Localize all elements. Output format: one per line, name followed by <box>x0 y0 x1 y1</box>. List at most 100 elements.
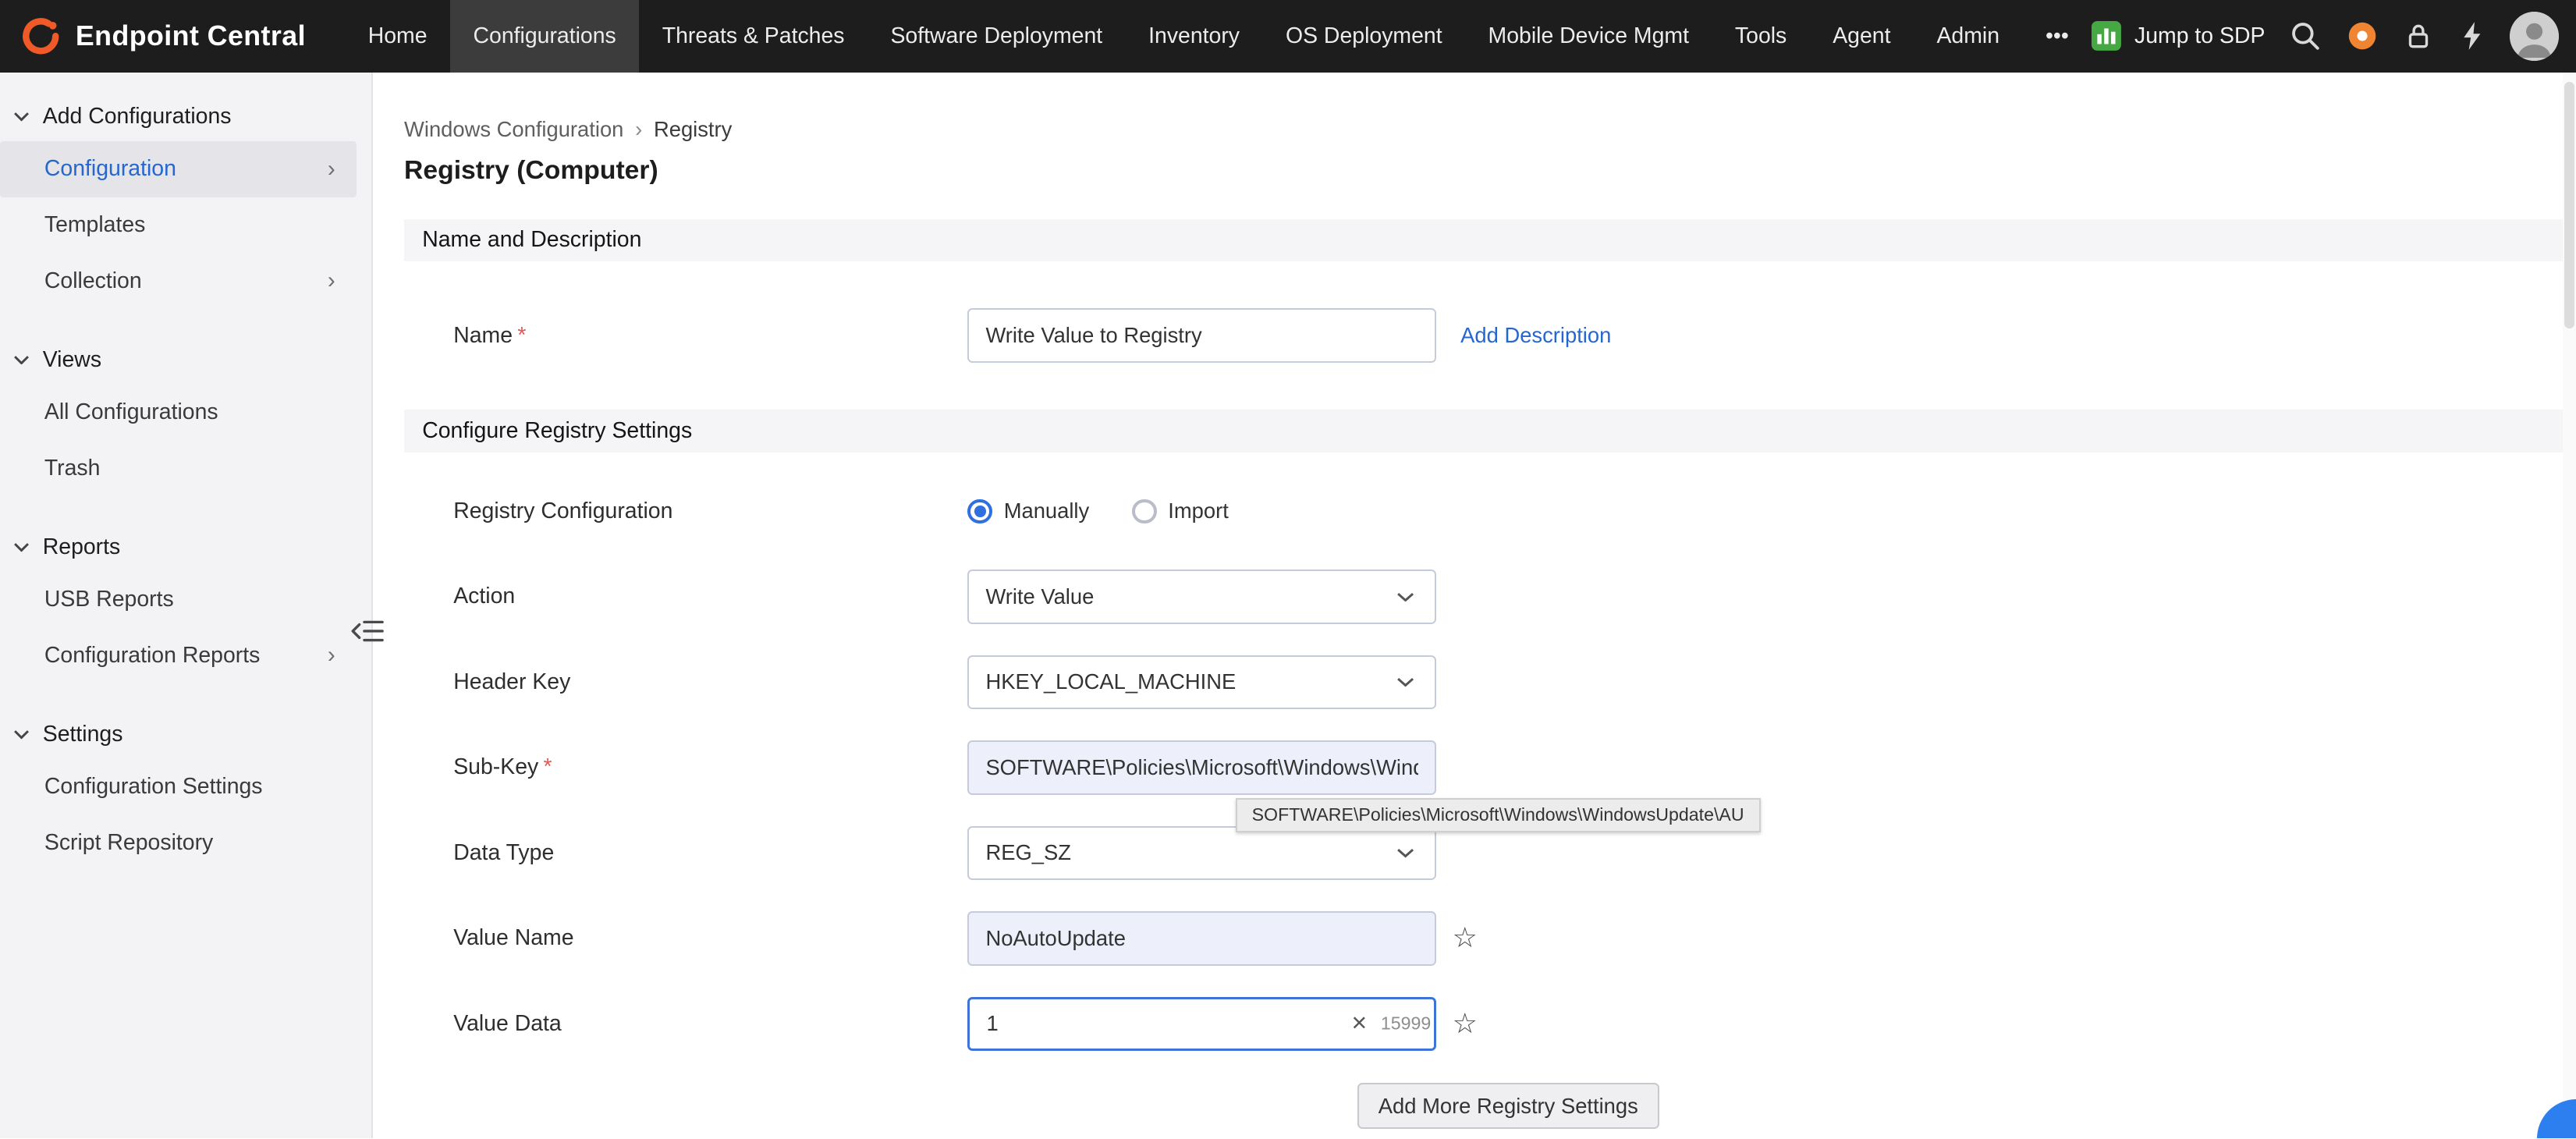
breadcrumb-registry: Registry <box>654 117 732 142</box>
vertical-scrollbar[interactable] <box>2563 73 2576 1139</box>
search-icon[interactable] <box>2290 20 2321 51</box>
sidebar-item-configuration[interactable]: Configuration › <box>0 141 357 197</box>
sidebar-item-label: USB Reports <box>44 587 174 612</box>
scrollbar-thumb[interactable] <box>2564 82 2574 328</box>
nav-home[interactable]: Home <box>345 0 450 73</box>
nav-configurations[interactable]: Configurations <box>450 0 639 73</box>
breadcrumb: Windows Configuration › Registry <box>404 117 2576 142</box>
radio-manually[interactable]: Manually <box>967 499 1089 523</box>
sidebar-section-reports: Reports USB Reports Configuration Report… <box>0 523 371 683</box>
nav-admin[interactable]: Admin <box>1914 0 2023 73</box>
value-data-input-wrap: × 15999 <box>967 997 1435 1051</box>
nav-inventory[interactable]: Inventory <box>1126 0 1263 73</box>
sidebar-title-views[interactable]: Views <box>0 335 371 385</box>
action-select[interactable]: Write Value <box>967 570 1435 623</box>
sidebar-title-label: Views <box>43 347 101 373</box>
nav-os-deployment[interactable]: OS Deployment <box>1263 0 1466 73</box>
clear-input-icon[interactable]: × <box>1351 1011 1367 1038</box>
add-description-link[interactable]: Add Description <box>1460 323 1611 348</box>
action-label: Action <box>453 584 967 609</box>
chevron-down-icon <box>1396 677 1414 687</box>
nav-software-deployment[interactable]: Software Deployment <box>868 0 1126 73</box>
name-row: Name* Add Description <box>404 261 2576 410</box>
top-navigation-bar: Endpoint Central Home Configurations Thr… <box>0 0 2576 73</box>
user-avatar[interactable] <box>2510 12 2559 61</box>
quick-actions-bolt-icon[interactable] <box>2459 20 2486 51</box>
sidebar-title-reports[interactable]: Reports <box>0 523 371 572</box>
add-more-registry-settings-button[interactable]: Add More Registry Settings <box>1357 1083 1660 1129</box>
sidebar-item-configuration-settings[interactable]: Configuration Settings <box>0 759 357 815</box>
sub-key-tooltip: SOFTWARE\Policies\Microsoft\Windows\Wind… <box>1236 798 1761 832</box>
value-name-row: Value Name ☆ <box>404 896 2576 981</box>
chevron-down-icon <box>1396 848 1414 858</box>
sdp-icon <box>2092 21 2121 51</box>
security-lock-icon[interactable] <box>2403 20 2434 51</box>
radio-import-label: Import <box>1168 499 1229 523</box>
nav-threats-patches[interactable]: Threats & Patches <box>639 0 868 73</box>
sidebar-item-templates[interactable]: Templates <box>0 197 357 254</box>
dynamic-variable-star-icon[interactable]: ☆ <box>1453 924 1478 953</box>
section-header-label: Name and Description <box>422 227 641 253</box>
char-counter: 15999 <box>1381 1013 1431 1034</box>
sidebar-section-settings: Settings Configuration Settings Script R… <box>0 710 371 871</box>
license-badge-icon[interactable] <box>2346 20 2379 52</box>
sidebar-section-views: Views All Configurations Trash <box>0 335 371 496</box>
required-asterisk: * <box>517 323 526 348</box>
sidebar-item-usb-reports[interactable]: USB Reports <box>0 572 357 628</box>
radio-circle <box>1132 499 1157 524</box>
page-title: Registry (Computer) <box>404 156 2576 186</box>
radio-manually-label: Manually <box>1004 499 1090 523</box>
nav-tools[interactable]: Tools <box>1712 0 1809 73</box>
value-data-label: Value Data <box>453 1011 967 1037</box>
header-key-select-value: HKEY_LOCAL_MACHINE <box>985 669 1236 694</box>
header-key-select[interactable]: HKEY_LOCAL_MACHINE <box>967 655 1435 709</box>
page-body: Add Configurations Configuration › Templ… <box>0 73 2576 1139</box>
sidebar-item-label: Configuration Reports <box>44 643 260 669</box>
nav-more-menu[interactable]: ••• <box>2022 0 2092 73</box>
sidebar-title-settings[interactable]: Settings <box>0 710 371 759</box>
sidebar-item-trash[interactable]: Trash <box>0 440 357 496</box>
endpoint-central-logo-icon <box>21 16 61 56</box>
sidebar-item-script-repository[interactable]: Script Repository <box>0 814 357 871</box>
section-header-registry-settings: Configure Registry Settings <box>404 410 2576 452</box>
sidebar-title-add-configurations[interactable]: Add Configurations <box>0 92 371 141</box>
required-asterisk: * <box>544 754 552 779</box>
chevron-down-icon <box>1396 592 1414 602</box>
brand[interactable]: Endpoint Central <box>0 0 345 73</box>
radio-import[interactable]: Import <box>1132 499 1229 523</box>
data-type-select[interactable]: REG_SZ <box>967 826 1435 880</box>
nav-agent[interactable]: Agent <box>1810 0 1914 73</box>
brand-title: Endpoint Central <box>76 20 306 52</box>
jump-to-sdp-link[interactable]: Jump to SDP <box>2092 21 2265 51</box>
nav-mobile-device-mgmt[interactable]: Mobile Device Mgmt <box>1465 0 1712 73</box>
chevron-right-icon: › <box>328 644 335 666</box>
breadcrumb-separator-icon: › <box>635 117 642 142</box>
chevron-down-icon <box>13 542 30 552</box>
sidebar-item-collection[interactable]: Collection › <box>0 253 357 309</box>
sidebar-item-label: Configuration <box>44 156 176 182</box>
sidebar-item-configuration-reports[interactable]: Configuration Reports › <box>0 627 357 683</box>
section-header-name-description: Name and Description <box>404 219 2576 262</box>
name-input[interactable] <box>967 308 1435 362</box>
sub-key-input-wrap: SOFTWARE\Policies\Microsoft\Windows\Wind… <box>967 740 1435 794</box>
header-key-label: Header Key <box>453 669 967 695</box>
data-type-label: Data Type <box>453 840 967 866</box>
sidebar-item-label: All Configurations <box>44 399 218 425</box>
sub-key-input[interactable] <box>967 740 1435 794</box>
add-more-row: Add More Registry Settings <box>404 1083 2576 1129</box>
sub-key-label: Sub-Key* <box>453 754 967 780</box>
registry-configuration-label: Registry Configuration <box>453 499 967 524</box>
breadcrumb-windows-configuration[interactable]: Windows Configuration <box>404 117 623 142</box>
action-select-value: Write Value <box>985 584 1094 609</box>
sidebar-collapse-icon[interactable] <box>346 613 386 649</box>
sidebar-title-label: Reports <box>43 534 121 560</box>
jump-to-sdp-label: Jump to SDP <box>2134 23 2265 49</box>
radio-circle <box>967 499 992 524</box>
sidebar: Add Configurations Configuration › Templ… <box>0 73 373 1139</box>
sidebar-item-label: Templates <box>44 212 146 238</box>
sidebar-item-all-configurations[interactable]: All Configurations <box>0 385 357 441</box>
dynamic-variable-star-icon[interactable]: ☆ <box>1453 1010 1478 1038</box>
sidebar-item-label: Collection <box>44 268 142 294</box>
value-name-input[interactable] <box>967 911 1435 965</box>
name-label: Name* <box>453 323 967 349</box>
